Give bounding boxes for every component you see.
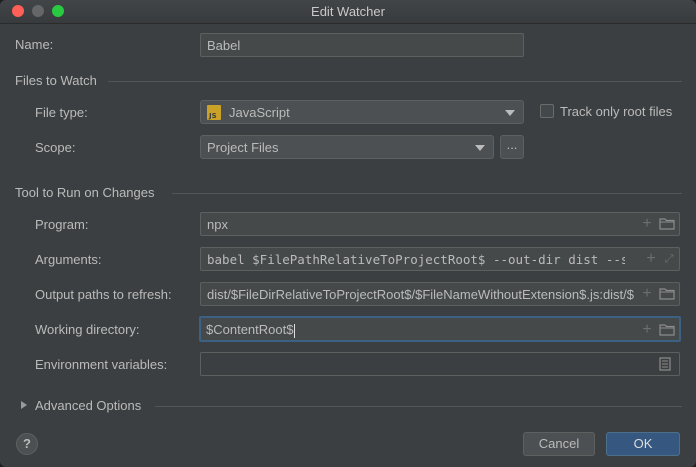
chevron-down-icon	[475, 145, 485, 151]
window-title: Edit Watcher	[311, 4, 385, 19]
file-type-value: JavaScript	[229, 105, 290, 120]
edit-watcher-dialog: Edit Watcher Name: Babel Files to Watch …	[0, 0, 696, 467]
program-value: npx	[207, 217, 228, 232]
expand-icon[interactable]: ⤢	[663, 253, 675, 266]
files-to-watch-separator	[108, 81, 682, 82]
cancel-button[interactable]: Cancel	[523, 432, 595, 456]
insert-macro-plus-icon[interactable]: +	[641, 322, 653, 338]
file-type-dropdown[interactable]: JS JavaScript	[200, 100, 524, 124]
output-paths-label: Output paths to refresh:	[35, 287, 172, 302]
insert-macro-plus-icon[interactable]: +	[641, 286, 653, 302]
output-paths-value: dist/$FileDirRelativeToProjectRoot$/$Fil…	[207, 287, 635, 302]
javascript-file-icon: JS	[207, 105, 221, 120]
arguments-label: Arguments:	[35, 252, 102, 267]
folder-icon[interactable]	[659, 288, 675, 300]
tool-to-run-separator	[172, 193, 682, 194]
scope-dropdown[interactable]: Project Files	[200, 135, 494, 159]
insert-macro-plus-icon[interactable]: +	[645, 251, 657, 267]
scope-label: Scope:	[35, 140, 76, 155]
working-directory-value: $ContentRoot$	[206, 322, 296, 338]
file-type-label: File type:	[35, 105, 88, 120]
working-directory-label: Working directory:	[35, 322, 140, 337]
scope-value: Project Files	[207, 140, 279, 155]
chevron-down-icon	[505, 110, 515, 116]
folder-icon[interactable]	[659, 218, 675, 230]
arguments-value: babel $FilePathRelativeToProjectRoot$ --…	[207, 252, 625, 267]
tool-to-run-heading: Tool to Run on Changes	[15, 185, 155, 200]
scope-browse-button[interactable]: ...	[500, 135, 524, 159]
title-bar: Edit Watcher	[0, 0, 696, 24]
document-edit-icon[interactable]	[659, 357, 671, 371]
arguments-field[interactable]: babel $FilePathRelativeToProjectRoot$ --…	[200, 247, 680, 271]
text-caret	[294, 323, 296, 338]
program-label: Program:	[35, 217, 89, 232]
environment-variables-field[interactable]	[200, 352, 680, 376]
ok-button[interactable]: OK	[606, 432, 680, 456]
name-field[interactable]: Babel	[200, 33, 524, 57]
files-to-watch-heading: Files to Watch	[15, 73, 97, 88]
advanced-options-toggle[interactable]: Advanced Options	[35, 398, 141, 413]
advanced-options-separator	[155, 406, 682, 407]
help-button[interactable]: ?	[16, 433, 38, 455]
expand-arrow-icon[interactable]	[21, 401, 27, 409]
track-only-root-files-label[interactable]: Track only root files	[560, 104, 672, 119]
folder-icon[interactable]	[659, 324, 675, 336]
program-field[interactable]: npx +	[200, 212, 680, 236]
track-only-root-files-checkbox[interactable]	[540, 104, 554, 118]
insert-macro-plus-icon[interactable]: +	[641, 216, 653, 232]
environment-variables-label: Environment variables:	[35, 357, 168, 372]
name-value: Babel	[207, 38, 241, 53]
working-directory-field[interactable]: $ContentRoot$ +	[199, 316, 681, 342]
name-label: Name:	[15, 37, 54, 52]
output-paths-field[interactable]: dist/$FileDirRelativeToProjectRoot$/$Fil…	[200, 282, 680, 306]
